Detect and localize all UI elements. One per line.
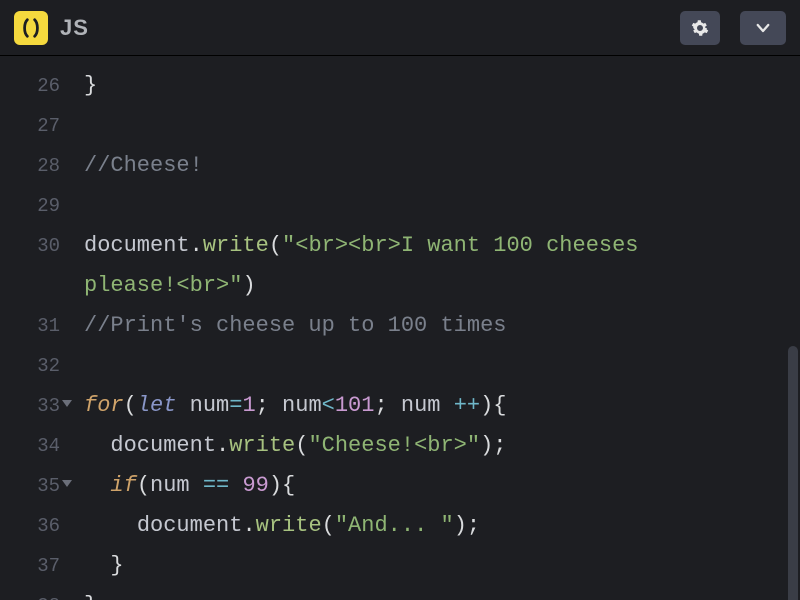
token-func: write [256, 513, 322, 538]
token-default [176, 393, 189, 418]
fold-toggle-icon[interactable] [62, 400, 72, 407]
token-punct: ( [269, 233, 282, 258]
token-op: ++ [454, 393, 480, 418]
line-number: 29 [0, 186, 70, 226]
token-ident: num [150, 473, 190, 498]
line-number: 33 [0, 386, 70, 426]
code-line[interactable]: //Print's cheese up to 100 times [84, 306, 800, 346]
token-comment: //Cheese! [84, 153, 203, 178]
token-string: "<br><br>I want 100 cheeses [282, 233, 652, 258]
token-punct: ); [480, 433, 506, 458]
token-op: = [229, 393, 242, 418]
token-string: "And... " [335, 513, 454, 538]
code-line[interactable] [84, 346, 800, 386]
token-punct: ; [256, 393, 282, 418]
token-ident: num [282, 393, 322, 418]
line-number: 38 [0, 586, 70, 600]
token-func: write [203, 233, 269, 258]
language-label: JS [60, 15, 89, 41]
chevron-down-icon [754, 19, 772, 37]
code-area[interactable]: }//Cheese!document.write("<br><br>I want… [70, 56, 800, 600]
line-number: 34 [0, 426, 70, 466]
token-punct: ( [295, 433, 308, 458]
code-line[interactable]: document.write("<br><br>I want 100 chees… [84, 226, 800, 266]
token-ident: num [190, 393, 230, 418]
token-punct: . [190, 233, 203, 258]
expand-button[interactable] [740, 11, 786, 45]
token-punct: ( [137, 473, 150, 498]
vertical-scrollbar[interactable] [788, 346, 798, 600]
line-number: 30 [0, 226, 70, 266]
code-editor[interactable]: 2627282930 3132333435363738 } //Cheese! doc… [0, 56, 800, 600]
token-comment: //Print's cheese up to 100 times [84, 313, 506, 338]
line-number: 27 [0, 106, 70, 146]
code-line[interactable]: } [84, 546, 800, 586]
line-number: 36 [0, 506, 70, 546]
line-number [0, 266, 70, 306]
token-punct: ){ [269, 473, 295, 498]
token-punct: ){ [480, 393, 506, 418]
token-punct: ); [454, 513, 480, 538]
code-line[interactable]: please!<br>") [84, 266, 800, 306]
line-number: 35 [0, 466, 70, 506]
settings-button[interactable] [680, 11, 720, 45]
line-number: 31 [0, 306, 70, 346]
token-keyword: for [84, 393, 124, 418]
fold-toggle-icon[interactable] [62, 480, 72, 487]
token-op: < [322, 393, 335, 418]
token-op: == [203, 473, 229, 498]
token-punct: } [84, 73, 97, 98]
editor-header: JS [0, 0, 800, 56]
code-line[interactable]: for(let num=1; num<101; num ++){ [84, 386, 800, 426]
line-number: 37 [0, 546, 70, 586]
token-string: "Cheese!<br>" [308, 433, 480, 458]
code-line[interactable]: } [84, 66, 800, 106]
token-punct: } [84, 593, 97, 600]
parentheses-icon [20, 17, 42, 39]
line-number: 32 [0, 346, 70, 386]
token-ident: num [401, 393, 441, 418]
token-punct: . [216, 433, 229, 458]
code-line[interactable] [84, 186, 800, 226]
token-default [190, 473, 203, 498]
line-number: 26 [0, 66, 70, 106]
gear-icon [691, 19, 709, 37]
token-ident: document [84, 233, 190, 258]
token-punct: ( [322, 513, 335, 538]
token-keyword2: let [137, 393, 177, 418]
token-number: 99 [242, 473, 268, 498]
line-number: 28 [0, 146, 70, 186]
code-line[interactable]: } [84, 586, 800, 600]
token-punct: ) [242, 273, 255, 298]
token-default [229, 473, 242, 498]
token-ident: document [110, 433, 216, 458]
line-number-gutter: 2627282930 3132333435363738 [0, 56, 70, 600]
token-punct: ( [124, 393, 137, 418]
code-line[interactable]: //Cheese! [84, 146, 800, 186]
token-default [440, 393, 453, 418]
code-line[interactable] [84, 106, 800, 146]
code-line[interactable]: document.write("And... "); [84, 506, 800, 546]
js-badge [14, 11, 48, 45]
token-punct: . [242, 513, 255, 538]
code-line[interactable]: document.write("Cheese!<br>"); [84, 426, 800, 466]
token-keyword: if [110, 473, 136, 498]
code-line[interactable]: if(num == 99){ [84, 466, 800, 506]
token-ident: document [137, 513, 243, 538]
token-number: 1 [242, 393, 255, 418]
token-func: write [229, 433, 295, 458]
token-punct: } [110, 553, 123, 578]
token-punct: ; [374, 393, 400, 418]
token-number: 101 [335, 393, 375, 418]
token-string: please!<br>" [84, 273, 242, 298]
